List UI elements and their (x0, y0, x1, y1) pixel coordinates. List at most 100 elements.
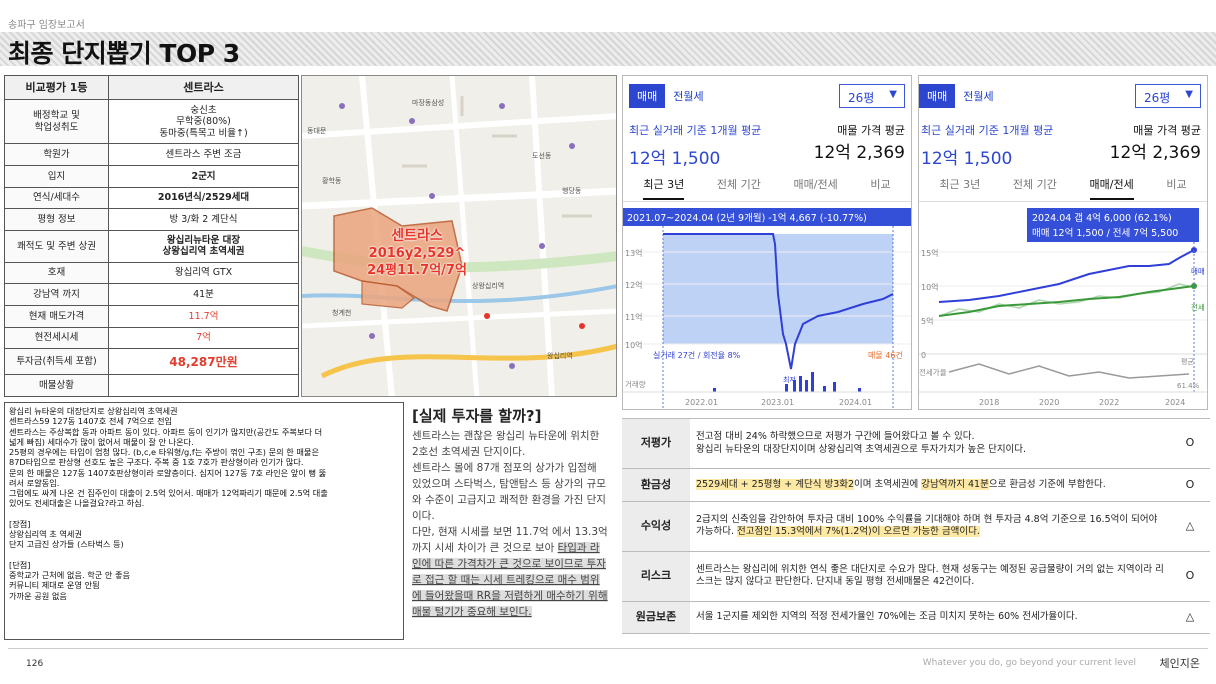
text: 이며 초역세권에 (854, 478, 922, 490)
criteria-label: 수익성 (622, 501, 690, 552)
criteria-label: 환금성 (622, 468, 690, 502)
ratio-label: 전세가율 (919, 367, 947, 377)
row-key: 쾌적도 및 주변 상권 (4, 229, 109, 263)
page-title: 최종 단지뽑기 TOP 3 (8, 39, 240, 68)
comparison-header-row: 비교평가 1등 센트라스 (4, 74, 299, 101)
y-tick: 10억 (921, 282, 939, 292)
legend-rent: 전세 (1191, 302, 1205, 312)
sale-price-line (938, 249, 1195, 303)
avg-price-label: 최근 실거래 기준 1개월 평균 (921, 124, 1054, 137)
legend-sale: 매매 (1191, 267, 1205, 276)
tab-all-period[interactable]: 전체 기간 (1013, 176, 1057, 200)
map-place-label: 청계천 (332, 309, 352, 317)
table-row: 환금성 2529세대 + 25평형 + 계단식 방3화2이며 초역세권에 강남역… (622, 468, 1210, 502)
volume-label: 거래량 (625, 380, 646, 389)
tab-compare[interactable]: 비교 (870, 176, 890, 200)
evaluation-table: 저평가 전고점 대비 24% 하락했으므로 저평가 구간에 들어왔다고 볼 수 … (622, 418, 1210, 634)
criteria-label: 원금보존 (622, 601, 690, 634)
invest-question-body: 센트라스는 괜찮은 왕십리 뉴타운에 위치한 2호선 초역세권 단지이다. 센트… (412, 428, 608, 620)
table-row: 현전세시세 7억 (4, 326, 299, 350)
tab-rent[interactable]: 전월세 (665, 84, 711, 108)
row-key: 현재 매도가격 (4, 304, 109, 328)
row-value: 7억 (108, 326, 299, 350)
map-place-label: 마장동삼성 (412, 99, 445, 107)
row-value: 숭신초 무학중(80%) 동마중(특목고 비율↑) (108, 99, 299, 145)
report-category-label: 송파구 임장보고서 (8, 20, 85, 31)
tab-sale[interactable]: 매매 (919, 84, 956, 108)
map-place-label: 도선동 (532, 152, 552, 160)
criteria-mark: △ (1170, 501, 1210, 552)
table-row: 현재 매도가격 11.7억 (4, 304, 299, 328)
table-row: 리스크 센트라스는 왕십리에 위치한 연식 좋은 대단지로 수요가 많다. 현재… (622, 551, 1210, 602)
x-tick: 2020 (1039, 398, 1059, 407)
row-key: 투자금(취득세 포함) (4, 348, 109, 376)
complex-name-label: 센트라스 (391, 228, 443, 244)
row-key: 호재 (4, 261, 109, 285)
map-place-label: 황학동 (322, 177, 342, 185)
x-tick: 2024.01 (839, 398, 872, 407)
y-tick: 12억 (625, 280, 643, 290)
comparison-head-key: 비교평가 1등 (4, 74, 109, 101)
complex-year-label: 2016y2,529^ (368, 246, 466, 261)
tab-all-period[interactable]: 전체 기간 (717, 176, 761, 200)
avg-price-value: 12억 1,500 (921, 149, 1013, 169)
y-tick: 13억 (625, 248, 643, 258)
site-visit-notes: 왕십리 뉴타운의 대장단지로 상왕십리역 초역세권 센트라스59 127동 14… (4, 402, 404, 640)
comparison-head-value: 센트라스 (108, 74, 299, 101)
tab-compare[interactable]: 비교 (1166, 176, 1186, 200)
criteria-text: 2529세대 + 25평형 + 계단식 방3화2이며 초역세권에 강남역까지 4… (690, 468, 1170, 502)
table-row: 배정학교 및 학업성취도 숭신초 무학중(80%) 동마중(특목고 비율↑) (4, 99, 299, 145)
tab-sale-rent[interactable]: 매매/전세 (1089, 176, 1134, 200)
text: 으로 환금성 기준에 부합한다. (988, 478, 1106, 490)
row-key: 매물상황 (4, 374, 109, 397)
row-value: 방 3/화 2 계단식 (108, 208, 299, 231)
divider (919, 201, 1207, 202)
y-tick: 10억 (625, 340, 643, 350)
tab-recent-3y[interactable]: 최근 3년 (939, 176, 980, 200)
location-map[interactable]: 센트라스 2016y2,529^ 24평11.7억/7억 마장동삼성 상왕십리역… (301, 75, 617, 397)
row-value: 2016년식/2529세대 (108, 186, 299, 210)
size-select-value: 26평 (1144, 91, 1171, 105)
table-row: 원금보존 서울 1군지를 제외한 지역의 적정 전세가율인 70%에는 조금 미… (622, 601, 1210, 634)
y-tick: 0 (921, 351, 926, 360)
x-tick: 2018 (979, 398, 999, 407)
ratio-avg-value: 61.4% (1177, 382, 1200, 390)
avg-price-value: 12억 1,500 (629, 149, 721, 169)
table-row: 학원가 센트라스 주변 조금 (4, 143, 299, 166)
row-value: 48,287만원 (108, 348, 299, 376)
row-key: 학원가 (4, 143, 109, 166)
tab-rent[interactable]: 전월세 (955, 84, 1001, 108)
caret-down-icon: ▼ (1185, 89, 1193, 100)
ratio-avg-label: 평균 (1181, 357, 1194, 366)
price-panel-recent: 매매 전월세 26평 ▼ 최근 실거래 기준 1개월 평균 12억 1,500 매… (622, 75, 912, 410)
tab-sale-rent[interactable]: 매매/전세 (794, 176, 838, 200)
complex-label: 센트라스 2016y2,529^ 24평11.7억/7억 (352, 228, 482, 279)
criteria-mark: O (1170, 468, 1210, 502)
table-row: 쾌적도 및 주변 상권 왕십리뉴타운 대장 상왕십리역 초역세권 (4, 229, 299, 263)
size-select[interactable]: 26평 ▼ (1135, 84, 1201, 108)
deal-count-label: 실거래 27건 / 회전율 8% (653, 350, 741, 360)
y-tick: 11억 (625, 312, 643, 322)
tab-sale[interactable]: 매매 (629, 84, 666, 108)
row-value: 왕십리역 GTX (108, 261, 299, 285)
table-row: 연식/세대수 2016년식/2529세대 (4, 186, 299, 210)
paragraph: 센트라스 몰에 87개 점포의 상가가 입점해 있었으며 스타벅스, 탐앤탐스 … (412, 462, 606, 522)
table-row: 평형 정보 방 3/화 2 계단식 (4, 208, 299, 231)
divider (623, 201, 911, 202)
page-number: 126 (26, 659, 44, 669)
deal-type-tabs: 매매 전월세 (629, 84, 712, 108)
ask-price-value: 12억 2,369 (1109, 143, 1201, 163)
criteria-text: 서울 1군지를 제외한 지역의 적정 전세가율인 70%에는 조금 미치지 못하… (690, 601, 1170, 634)
y-tick: 15억 (921, 248, 939, 258)
period-tabs: 최근 3년 전체 기간 매매/전세 비교 (919, 176, 1207, 200)
tooltip-line-1: 2024.04 갭 4억 6,000 (62.1%) (1032, 212, 1172, 224)
row-value: 11.7억 (108, 304, 299, 328)
size-select[interactable]: 26평 ▼ (839, 84, 905, 108)
map-place-label: 왕십리역 (547, 352, 573, 360)
invest-question-title: [실제 투자를 할까?] (412, 407, 542, 425)
paragraph: 센트라스는 괜찮은 왕십리 뉴타운에 위치한 2호선 초역세권 단지이다. (412, 430, 600, 458)
comparison-table: 비교평가 1등 센트라스 배정학교 및 학업성취도 숭신초 무학중(80%) 동… (4, 74, 299, 397)
row-key: 배정학교 및 학업성취도 (4, 99, 109, 145)
tab-recent-3y[interactable]: 최근 3년 (643, 176, 685, 200)
ask-price-label: 매물 가격 평균 (837, 124, 905, 137)
